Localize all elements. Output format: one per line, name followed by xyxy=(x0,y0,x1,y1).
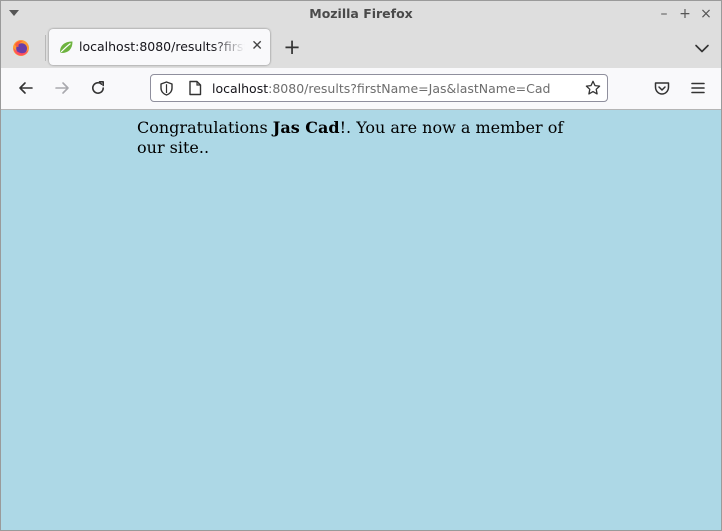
url-text[interactable]: localhost:8080/results?firstName=Jas&las… xyxy=(212,81,550,96)
star-icon[interactable] xyxy=(585,80,601,96)
congratulations-message: Congratulations Jas Cad!. You are now a … xyxy=(137,118,577,158)
url-path: :8080/results?firstName=Jas&lastName=Cad xyxy=(268,81,551,96)
hamburger-menu-icon[interactable] xyxy=(689,79,707,97)
navigation-toolbar: localhost:8080/results?firstName=Jas&las… xyxy=(1,68,721,110)
close-icon[interactable]: ✕ xyxy=(251,38,263,54)
minimize-icon[interactable]: – xyxy=(656,5,672,23)
firefox-logo-icon[interactable] xyxy=(12,39,30,57)
reload-icon[interactable] xyxy=(89,79,107,97)
message-prefix: Congratulations xyxy=(137,118,273,137)
pocket-icon[interactable] xyxy=(653,79,671,97)
forward-arrow-icon[interactable] xyxy=(53,79,71,97)
tab-title: localhost:8080/results?firstName=Jas&las… xyxy=(79,39,245,54)
shield-icon[interactable] xyxy=(159,81,174,96)
window-titlebar: Mozilla Firefox – + × xyxy=(1,1,721,28)
tab-separator xyxy=(45,35,46,61)
member-name: Jas Cad xyxy=(272,118,340,137)
url-host: localhost xyxy=(212,81,269,96)
browser-window: Mozilla Firefox – + × localhost:8080/res… xyxy=(0,0,722,531)
page-icon[interactable] xyxy=(188,80,202,96)
back-arrow-icon[interactable] xyxy=(17,79,35,97)
address-bar[interactable]: localhost:8080/results?firstName=Jas&las… xyxy=(150,74,608,102)
page-content: Congratulations Jas Cad!. You are now a … xyxy=(1,110,721,530)
close-window-icon[interactable]: × xyxy=(698,5,714,23)
maximize-icon[interactable]: + xyxy=(677,5,693,23)
window-title: Mozilla Firefox xyxy=(309,6,413,21)
plus-icon[interactable]: + xyxy=(282,36,302,58)
tab-active[interactable]: localhost:8080/results?firstName=Jas&las… xyxy=(49,29,270,65)
chevron-down-icon[interactable] xyxy=(693,39,711,57)
spring-leaf-icon xyxy=(60,41,73,53)
tab-bar: localhost:8080/results?firstName=Jas&las… xyxy=(1,28,721,68)
